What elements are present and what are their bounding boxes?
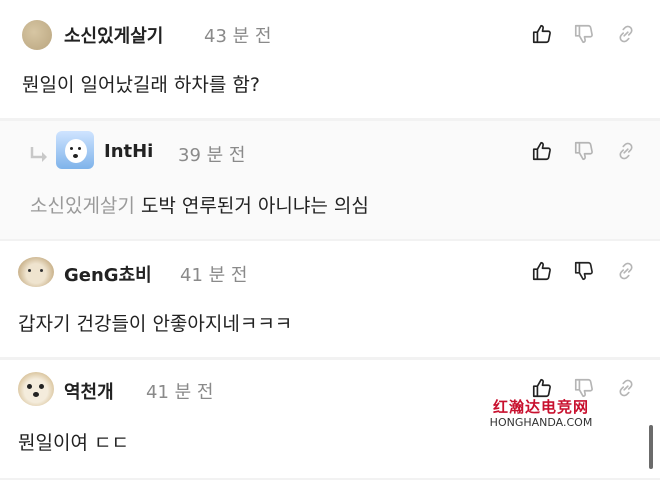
- thumbs-down-icon: [574, 261, 593, 281]
- share-button[interactable]: [614, 376, 638, 400]
- comment-text: 갑자기 건강들이 안좋아지네ㅋㅋㅋ: [18, 313, 293, 335]
- watermark-url: HONGHANDA.COM: [489, 416, 593, 429]
- comment-actions: [530, 22, 638, 46]
- comment-item: GenG쵸비 41 분 전 갑자기 건강들이 안좋아지네ㅋㅋㅋ: [0, 241, 660, 357]
- comment-item: 소신있게살기 43 분 전 뭔일이 일어났길래 하차를 함?: [0, 0, 660, 118]
- comment-time: 41 분 전: [180, 265, 248, 286]
- comment-author[interactable]: 소신있게살기: [64, 22, 163, 48]
- reply-arrow-icon: [30, 147, 47, 162]
- dislike-button[interactable]: [572, 376, 596, 400]
- reply-mention[interactable]: 소신있게살기: [30, 195, 135, 217]
- watermark-title: 红瀚达电竞网: [492, 398, 589, 416]
- comment-author[interactable]: 역천개: [64, 378, 114, 404]
- link-icon: [619, 262, 633, 280]
- like-button[interactable]: [530, 139, 554, 163]
- thumbs-up-icon: [532, 141, 551, 161]
- comment-author[interactable]: IntHi: [104, 141, 153, 162]
- avatar[interactable]: [22, 20, 52, 50]
- like-button[interactable]: [530, 259, 554, 283]
- link-icon: [619, 25, 633, 43]
- thumbs-down-icon: [574, 141, 593, 161]
- thumbs-up-icon: [532, 261, 551, 281]
- avatar[interactable]: [18, 372, 54, 406]
- dislike-button[interactable]: [572, 22, 596, 46]
- link-icon: [619, 142, 633, 160]
- avatar[interactable]: [56, 131, 94, 169]
- comment-time: 43 분 전: [204, 26, 272, 47]
- share-button[interactable]: [614, 259, 638, 283]
- comment-text: 뭔일이 일어났길래 하차를 함?: [22, 74, 260, 96]
- comment-text: 소신있게살기 도박 연루된거 아니냐는 의심: [30, 191, 369, 218]
- comment-text: 뭔일이여 ㄷㄷ: [18, 432, 129, 454]
- dislike-button[interactable]: [572, 259, 596, 283]
- dislike-button[interactable]: [572, 139, 596, 163]
- share-button[interactable]: [614, 139, 638, 163]
- comment-actions: [530, 139, 638, 163]
- scrollbar[interactable]: [649, 425, 653, 469]
- thumbs-down-icon: [574, 378, 593, 398]
- share-button[interactable]: [614, 22, 638, 46]
- thumbs-down-icon: [574, 24, 593, 44]
- comment-actions: [530, 376, 638, 400]
- watermark: 红瀚达电竞网 HONGHANDA.COM: [478, 398, 604, 432]
- thumbs-up-icon: [532, 378, 551, 398]
- like-button[interactable]: [530, 22, 554, 46]
- reply-item: IntHi 39 분 전 소신있게살기 도박 연루된거 아니냐는 의심: [0, 121, 660, 239]
- comment-actions: [530, 259, 638, 283]
- link-icon: [619, 379, 633, 397]
- comment-time: 41 분 전: [146, 382, 214, 403]
- thumbs-up-icon: [532, 24, 551, 44]
- avatar[interactable]: [18, 257, 54, 287]
- like-button[interactable]: [530, 376, 554, 400]
- comment-author[interactable]: GenG쵸비: [64, 261, 152, 287]
- reply-text: 도박 연루된거 아니냐는 의심: [140, 195, 369, 217]
- comment-time: 39 분 전: [178, 145, 246, 166]
